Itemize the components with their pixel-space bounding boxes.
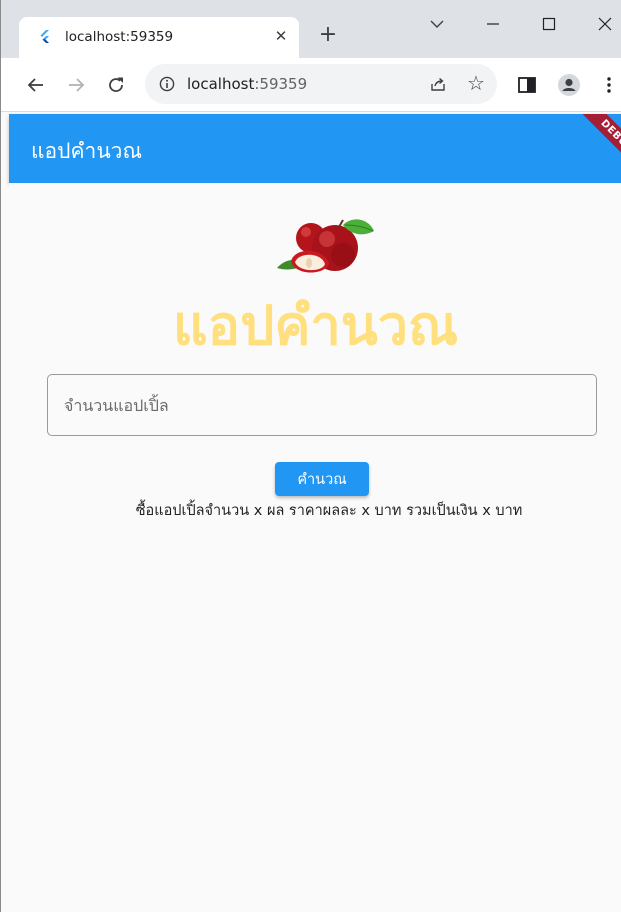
- maximize-icon[interactable]: [537, 12, 561, 36]
- debug-banner: DEBUG: [568, 114, 621, 183]
- forward-arrow-icon[interactable]: [65, 74, 87, 96]
- browser-toolbar: localhost:59359 ☆: [1, 58, 621, 112]
- browser-tab[interactable]: localhost:59359 ✕: [19, 17, 299, 58]
- url-host: localhost: [187, 75, 255, 93]
- close-window-icon[interactable]: [593, 12, 617, 36]
- address-bar[interactable]: localhost:59359 ☆: [145, 64, 497, 104]
- tab-close-icon[interactable]: ✕: [271, 26, 291, 46]
- apple-quantity-input[interactable]: [62, 375, 586, 436]
- minimize-icon[interactable]: [481, 12, 505, 36]
- profile-avatar-icon[interactable]: [557, 73, 581, 97]
- url-text: localhost:59359: [187, 75, 307, 93]
- flutter-icon: [40, 30, 49, 43]
- url-port: :59359: [254, 75, 308, 93]
- calculate-button[interactable]: คำนวณ: [275, 462, 369, 496]
- side-panel-icon[interactable]: [515, 73, 539, 97]
- browser-window: localhost:59359 ✕ + localhost:59359 ☆ แอ…: [0, 0, 621, 912]
- page-heading: แอปคำนวณ: [172, 294, 459, 357]
- back-arrow-icon[interactable]: [25, 74, 47, 96]
- tab-strip: localhost:59359 ✕ +: [1, 0, 621, 58]
- main-content: แอปคำนวณ คำนวณ ซื้อแอปเปิ้ลจำนวน x ผล รา…: [9, 183, 621, 912]
- new-tab-icon[interactable]: +: [317, 24, 339, 46]
- info-icon[interactable]: [159, 76, 175, 92]
- menu-kebab-icon[interactable]: [597, 73, 621, 97]
- app-bar-title: แอปคำนวณ: [31, 139, 142, 163]
- apple-image: [277, 219, 374, 273]
- tab-title: localhost:59359: [65, 29, 174, 45]
- result-text: ซื้อแอปเปิ้ลจำนวน x ผล ราคาผลละ x บาท รว…: [135, 503, 523, 519]
- tab-search-icon[interactable]: [425, 12, 449, 36]
- bookmark-star-icon[interactable]: ☆: [467, 71, 485, 95]
- share-icon[interactable]: [429, 75, 447, 93]
- reload-icon[interactable]: [105, 74, 127, 96]
- app-bar: แอปคำนวณ DEBUG: [9, 114, 621, 183]
- apple-quantity-field[interactable]: [47, 374, 597, 436]
